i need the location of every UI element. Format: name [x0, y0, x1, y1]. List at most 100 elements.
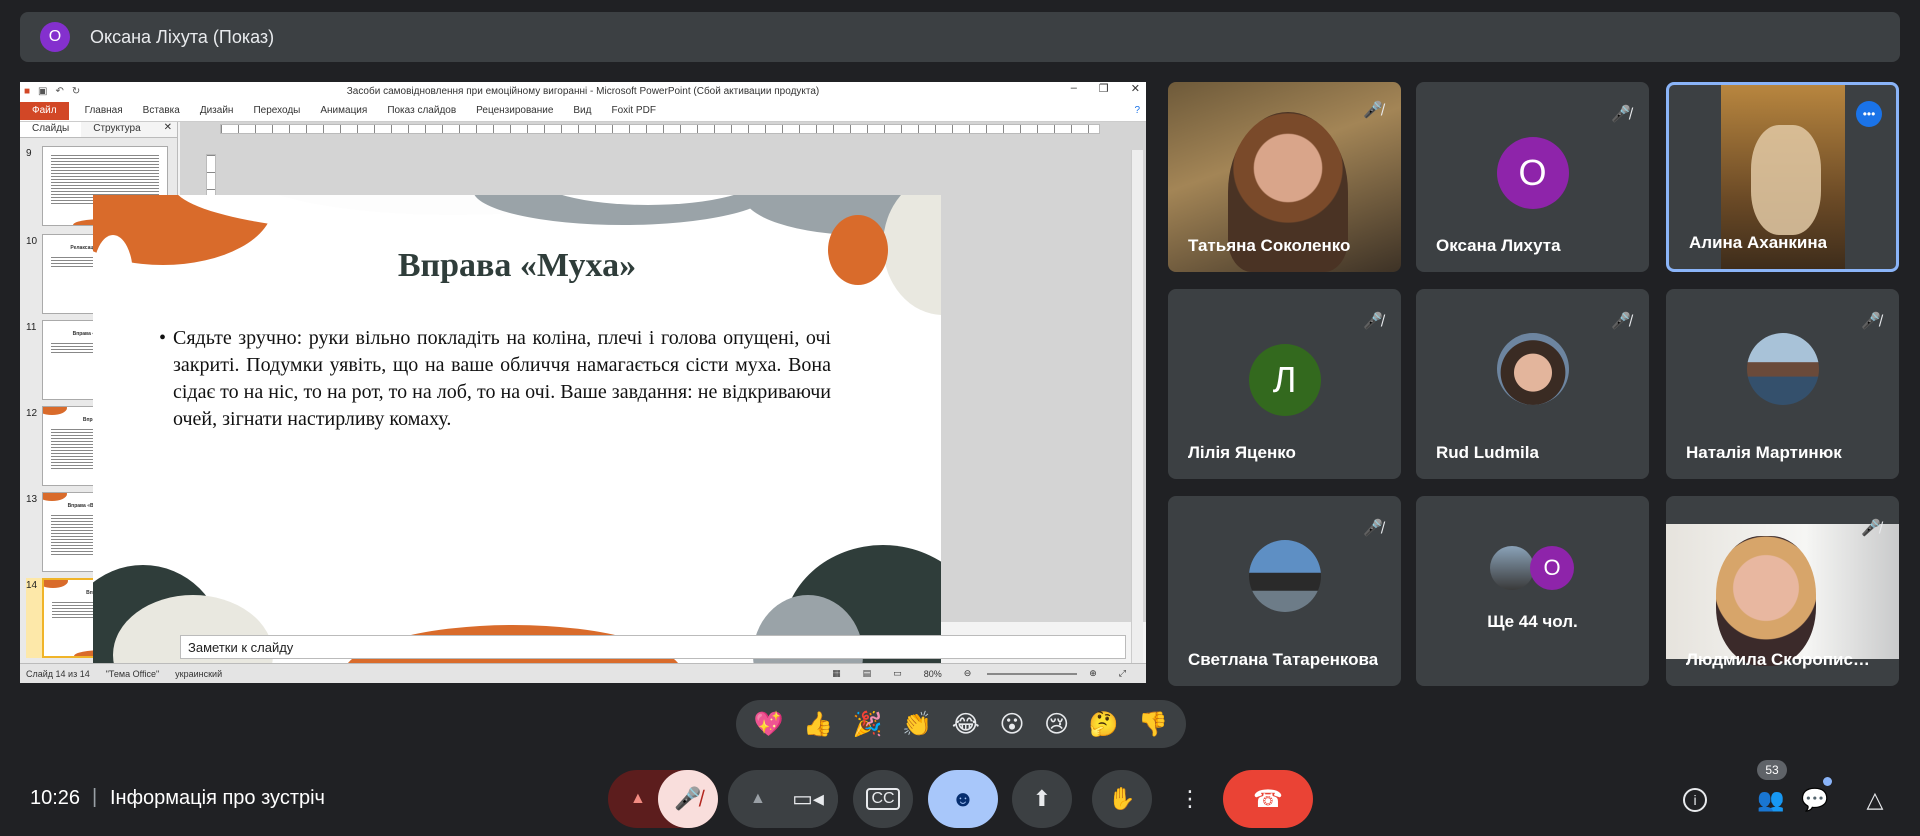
people-button[interactable]: 👥	[1756, 785, 1786, 815]
mic-off-icon: 🎤̸	[1861, 313, 1881, 330]
raise-hand-button[interactable]: ✋	[1092, 770, 1152, 828]
ppt-window-title: Засоби самовідновлення при емоційному ви…	[346, 85, 820, 97]
minimize-icon: –	[1070, 82, 1077, 94]
undo-icon: ↶	[55, 85, 64, 97]
fit-icon: ⤢	[1118, 668, 1126, 678]
chat-icon: 💬	[1801, 787, 1829, 812]
status-slide-count: Слайд 14 из 14	[26, 668, 90, 679]
ribbon-tab: Foxit PDF	[611, 105, 656, 116]
chevron-up-icon: ▲	[750, 790, 766, 807]
more-participants-tile[interactable]: О Ще 44 чол.	[1416, 496, 1649, 686]
mic-off-icon: 🎤̸	[1363, 520, 1383, 537]
help-icon: ?	[1134, 105, 1140, 116]
avatar: Л	[1248, 344, 1321, 417]
avatar	[1490, 546, 1534, 590]
zoom-control: ▦ ▤ ▭ 80% ⊖ ⊕ ⤢	[826, 668, 1136, 679]
separator: |	[92, 786, 98, 808]
participant-tile[interactable]: 🎤̸ Наталія Мартинюк	[1666, 289, 1899, 479]
mic-off-icon: 🎤̸	[674, 786, 702, 811]
emoji-icon: ☻	[951, 786, 975, 811]
participant-tile-active-speaker[interactable]: ••• Алина Аханкина	[1666, 82, 1899, 272]
participant-name: Светлана Татаренкова	[1188, 650, 1379, 669]
avatar: О	[1496, 137, 1569, 210]
ribbon-tab: Дизайн	[199, 105, 234, 116]
zoom-level: 80%	[923, 668, 942, 679]
view-show-icon: ▭	[893, 668, 902, 678]
mic-off-icon: 🎤̸	[1611, 313, 1631, 330]
thumbnail-number: 9	[26, 148, 32, 159]
reaction-laugh[interactable]: 😂	[952, 710, 980, 739]
zoom-slider	[987, 672, 1078, 675]
horizontal-ruler	[220, 124, 1100, 134]
hand-icon: ✋	[1108, 786, 1136, 811]
notes-field: Заметки к слайду	[180, 635, 1126, 659]
meeting-clock: 10:26	[30, 787, 81, 809]
participant-tile[interactable]: 🎤̸ Светлана Татаренкова	[1168, 496, 1401, 686]
participant-name: Rud Ludmila	[1436, 443, 1539, 462]
chat-notification-dot	[1823, 777, 1832, 786]
people-icon: 👥	[1757, 787, 1785, 812]
ribbon-tab: Вставка	[142, 105, 180, 116]
meeting-info-link[interactable]: Інформація про зустріч	[110, 787, 325, 810]
reactions-bar: 💖 👍 🎉 👏 😂 😮 😢 🤔 👎	[736, 700, 1186, 748]
reaction-party[interactable]: 🎉	[853, 710, 883, 739]
reaction-thumbs-down[interactable]: 👎	[1138, 710, 1168, 739]
speaking-indicator-icon: •••	[1856, 101, 1882, 127]
restore-icon: ❐	[1098, 83, 1109, 95]
reaction-heart[interactable]: 💖	[754, 710, 784, 739]
shared-screen: ■ ▣ ↶ ↻ Засоби самовідновлення при емоці…	[20, 82, 1146, 683]
window-controls: – ❐ ✕	[1071, 82, 1140, 95]
chevron-up-icon: ▲	[630, 790, 646, 807]
reaction-sad[interactable]: 😢	[1044, 710, 1069, 739]
ppt-titlebar: ■ ▣ ↶ ↻ Засоби самовідновлення при емоці…	[20, 82, 1146, 100]
participant-tile[interactable]: 🎤̸ О Оксана Лихута	[1416, 82, 1649, 272]
current-slide: Вправа «Муха» Сядьте зручно: руки вільно…	[93, 195, 941, 672]
mic-off-icon: 🎤̸	[1363, 102, 1383, 119]
more-icon: ⋮	[1179, 786, 1201, 811]
panel-close-icon: ✕	[163, 122, 172, 133]
ribbon-tab: Показ слайдов	[387, 105, 457, 116]
close-icon: ✕	[1130, 83, 1140, 95]
reaction-clap[interactable]: 👏	[902, 710, 932, 739]
avatar: О	[1530, 546, 1574, 590]
avatar	[1496, 332, 1569, 405]
participant-tile[interactable]: 🎤̸ Rud Ludmila	[1416, 289, 1649, 479]
leave-call-button[interactable]: ☎	[1223, 770, 1313, 828]
camera-toggle-button[interactable]: ▭◂	[778, 770, 838, 828]
captions-button[interactable]: CC	[853, 770, 913, 828]
ribbon-tab: Рецензирование	[476, 105, 554, 116]
reaction-thinking[interactable]: 🤔	[1089, 710, 1119, 739]
presenter-label: Оксана Ліхута (Показ)	[90, 26, 275, 47]
activities-button[interactable]: △	[1860, 785, 1890, 815]
thumbnail-number: 10	[26, 236, 38, 247]
chat-button[interactable]: 💬	[1800, 785, 1830, 815]
ribbon-file-tab: Файл	[20, 101, 69, 120]
people-count-badge: 53	[1757, 760, 1787, 780]
more-participants-label: Ще 44 чол.	[1487, 612, 1578, 631]
mic-off-icon: 🎤̸	[1363, 313, 1383, 330]
emoji-button[interactable]: ☻	[928, 770, 998, 828]
participant-tile[interactable]: 🎤̸ Татьяна Соколенко	[1168, 82, 1401, 272]
tab-slides: Слайды	[20, 122, 82, 137]
end-call-icon: ☎	[1253, 785, 1283, 813]
present-button[interactable]: ⬆	[1012, 770, 1072, 828]
mic-toggle-button[interactable]: 🎤̸	[658, 770, 718, 828]
avatar	[1746, 332, 1819, 405]
view-sorter-icon: ▤	[862, 668, 872, 678]
more-options-button[interactable]: ⋮	[1170, 770, 1210, 828]
zoom-out-icon: ⊖	[963, 668, 972, 678]
redo-icon: ↻	[71, 85, 81, 97]
participant-tile[interactable]: 🎤̸ Л Лілія Яценко	[1168, 289, 1401, 479]
presenter-bar: О Оксана Ліхута (Показ)	[20, 12, 1900, 62]
save-icon: ▣	[38, 85, 48, 97]
participant-tile[interactable]: 🎤̸ Людмила Скорописцева	[1666, 496, 1899, 686]
meeting-details-button[interactable]: i	[1680, 785, 1710, 815]
thumbnail-number: 13	[26, 494, 38, 505]
reaction-surprised[interactable]: 😮	[999, 710, 1024, 739]
reaction-thumbs-up[interactable]: 👍	[803, 710, 833, 739]
info-icon: i	[1683, 788, 1707, 812]
participant-name: Наталія Мартинюк	[1686, 443, 1842, 462]
captions-icon: CC	[866, 788, 900, 810]
participant-name: Людмила Скорописцева	[1686, 650, 1874, 669]
zoom-in-icon: ⊕	[1089, 668, 1097, 678]
